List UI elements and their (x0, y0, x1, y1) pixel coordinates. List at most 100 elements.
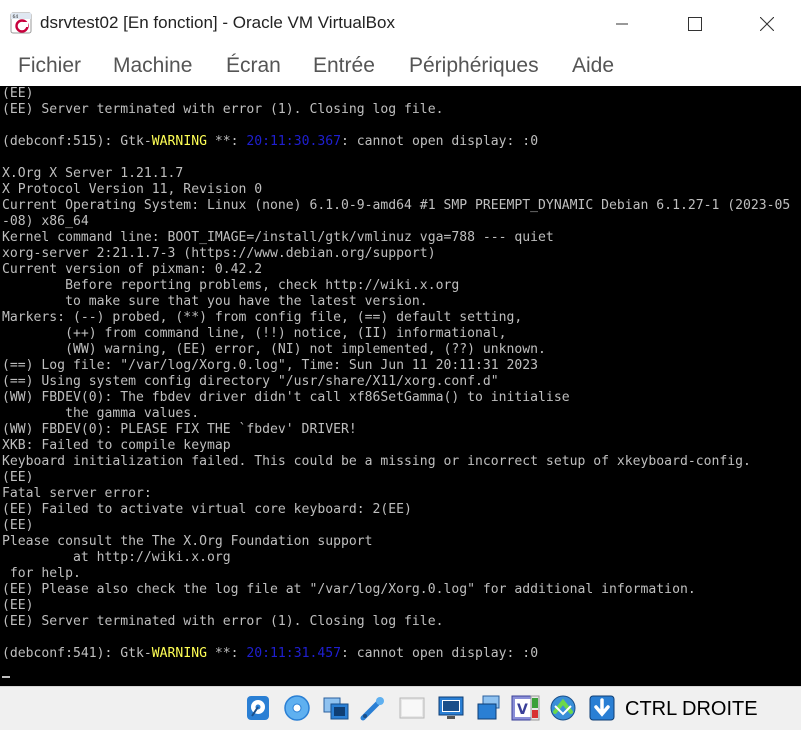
console-text: (==) Log file: "/var/log/Xorg.0.log", Ti… (2, 358, 539, 373)
console-text: (EE) (2, 518, 34, 533)
console-text: Please consult the The X.Org Foundation … (2, 534, 373, 549)
console-line: Fatal server error: (2, 486, 152, 502)
console-line: Current version of pixman: 0.42.2 (2, 262, 262, 278)
console-text: WARNING (151, 134, 207, 149)
console-line: (WW) FBDEV(0): The fbdev driver didn't c… (2, 390, 570, 406)
menu-fichier[interactable]: Fichier (18, 54, 81, 78)
vm-console-screen[interactable]: (EE) (EE) Server terminated with error (1… (0, 86, 801, 686)
console-line: (EE) Failed to activate virtual core key… (2, 502, 412, 518)
console-text: **: (206, 134, 247, 149)
menu-machine[interactable]: Machine (113, 54, 192, 78)
console-text: Keyboard initialization failed. This cou… (2, 454, 751, 469)
console-line: (debconf:541): Gtk-WARNING **: 20:11:31.… (2, 646, 538, 662)
console-line: to make sure that you have the latest ve… (2, 294, 428, 310)
console-text: Current Operating System: Linux (none) 6… (2, 198, 791, 213)
optical-drive-icon[interactable] (282, 693, 312, 723)
mouse-integration-icon[interactable] (548, 693, 578, 723)
menu-peripheriques[interactable]: Périphériques (409, 54, 539, 78)
console-line: Keyboard initialization failed. This cou… (2, 454, 751, 470)
console-line: Kernel command line: BOOT_IMAGE=/install… (2, 230, 554, 246)
virtualization-engine-icon[interactable] (528, 693, 542, 723)
console-text: Current version of pixman: 0.42.2 (2, 262, 263, 277)
console-text: Kernel command line: BOOT_IMAGE=/install… (2, 230, 554, 245)
host-key-label: CTRL DROITE (625, 698, 758, 720)
console-text: (WW) warning, (EE) error, (NI) not imple… (2, 342, 546, 357)
console-text: -08) x86_64 (2, 214, 89, 229)
console-text: to make sure that you have the latest ve… (2, 294, 428, 309)
audio-icon[interactable] (321, 693, 351, 723)
virtualbox-debian-icon: 64 (10, 12, 32, 34)
console-line: -08) x86_64 (2, 214, 89, 230)
keyboard-capture-icon[interactable] (587, 693, 617, 723)
console-text: (debconf:541): Gtk- (2, 646, 152, 661)
usb-icon[interactable] (397, 693, 427, 723)
console-line: (==) Log file: "/var/log/Xorg.0.log", Ti… (2, 358, 538, 374)
console-text: for help. (2, 566, 81, 581)
console-text: (EE) Failed to activate virtual core key… (2, 502, 412, 517)
console-line: (debconf:515): Gtk-WARNING **: 20:11:30.… (2, 134, 538, 150)
console-text: (EE) Server terminated with error (1). C… (2, 102, 444, 117)
menu-ecran[interactable]: Écran (226, 54, 281, 78)
display-icon[interactable] (474, 693, 504, 723)
console-text: (WW) FBDEV(0): The fbdev driver didn't c… (2, 390, 570, 405)
console-text: : cannot open display: :0 (341, 646, 539, 661)
console-line: Markers: (--) probed, (**) from config f… (2, 310, 522, 326)
console-text: Before reporting problems, check http://… (2, 278, 460, 293)
console-text: (EE) Server terminated with error (1). C… (2, 614, 444, 629)
console-text: WARNING (151, 646, 207, 661)
console-line: (WW) warning, (EE) error, (NI) not imple… (2, 342, 546, 358)
network-icon[interactable] (358, 693, 388, 723)
minimize-icon (616, 18, 628, 30)
console-line: at http://wiki.x.org (2, 550, 231, 566)
window-title: dsrvtest02 [En fonction] - Oracle VM Vir… (40, 13, 395, 32)
console-text: Markers: (--) probed, (**) from config f… (2, 310, 523, 325)
console-line: (++) from command line, (!!) notice, (II… (2, 326, 507, 342)
minimize-button[interactable] (599, 0, 645, 48)
hard-disk-icon[interactable] (243, 693, 273, 723)
console-text: Fatal server error: (2, 486, 152, 501)
console-line: (EE) Please also check the log file at "… (2, 582, 696, 598)
close-button[interactable] (744, 0, 790, 48)
console-text: **: (206, 646, 247, 661)
console-text: X.Org X Server 1.21.1.7 (2, 166, 184, 181)
console-line: for help. (2, 566, 81, 582)
console-line: X Protocol Version 11, Revision 0 (2, 182, 262, 198)
console-text: (EE) (2, 598, 34, 613)
title-bar: 64 dsrvtest02 [En fonction] - Oracle VM … (0, 0, 801, 48)
console-text: (EE) (2, 86, 34, 101)
shared-folders-icon[interactable] (436, 693, 466, 723)
console-text: 20:11:30.367 (246, 134, 341, 149)
console-line: the gamma values. (2, 406, 199, 422)
console-line: (EE) Server terminated with error (1). C… (2, 614, 443, 630)
console-text: XKB: Failed to compile keymap (2, 438, 231, 453)
console-text: : cannot open display: :0 (341, 134, 539, 149)
console-text: (WW) FBDEV(0): PLEASE FIX THE `fbdev' DR… (2, 422, 357, 437)
console-line: XKB: Failed to compile keymap (2, 438, 231, 454)
console-text: (++) from command line, (!!) notice, (II… (2, 326, 507, 341)
console-text: (EE) Please also check the log file at "… (2, 582, 696, 597)
menu-aide[interactable]: Aide (572, 54, 614, 78)
text-cursor (2, 676, 10, 678)
console-line: (EE) (2, 518, 34, 534)
maximize-button[interactable] (672, 0, 718, 48)
console-line: (EE) (2, 598, 34, 614)
console-text: 20:11:31.457 (246, 646, 341, 661)
console-line: Current Operating System: Linux (none) 6… (2, 198, 790, 214)
console-text: X Protocol Version 11, Revision 0 (2, 182, 263, 197)
console-line: xorg-server 2:21.1.7-3 (https://www.debi… (2, 246, 436, 262)
svg-text:64: 64 (13, 14, 19, 20)
close-icon (760, 17, 774, 31)
console-line: (WW) FBDEV(0): PLEASE FIX THE `fbdev' DR… (2, 422, 357, 438)
console-text: the gamma values. (2, 406, 200, 421)
console-text: (EE) (2, 470, 34, 485)
console-text: at http://wiki.x.org (2, 550, 231, 565)
console-line: (EE) (2, 470, 34, 486)
console-line: X.Org X Server 1.21.1.7 (2, 166, 183, 182)
menu-entree[interactable]: Entrée (313, 54, 375, 78)
console-text: (==) Using system config directory "/usr… (2, 374, 499, 389)
console-line: (==) Using system config directory "/usr… (2, 374, 499, 390)
console-line: Before reporting problems, check http://… (2, 278, 459, 294)
maximize-icon (688, 17, 702, 31)
console-line: (EE) Server terminated with error (1). C… (2, 102, 443, 118)
svg-text:V: V (517, 702, 528, 718)
